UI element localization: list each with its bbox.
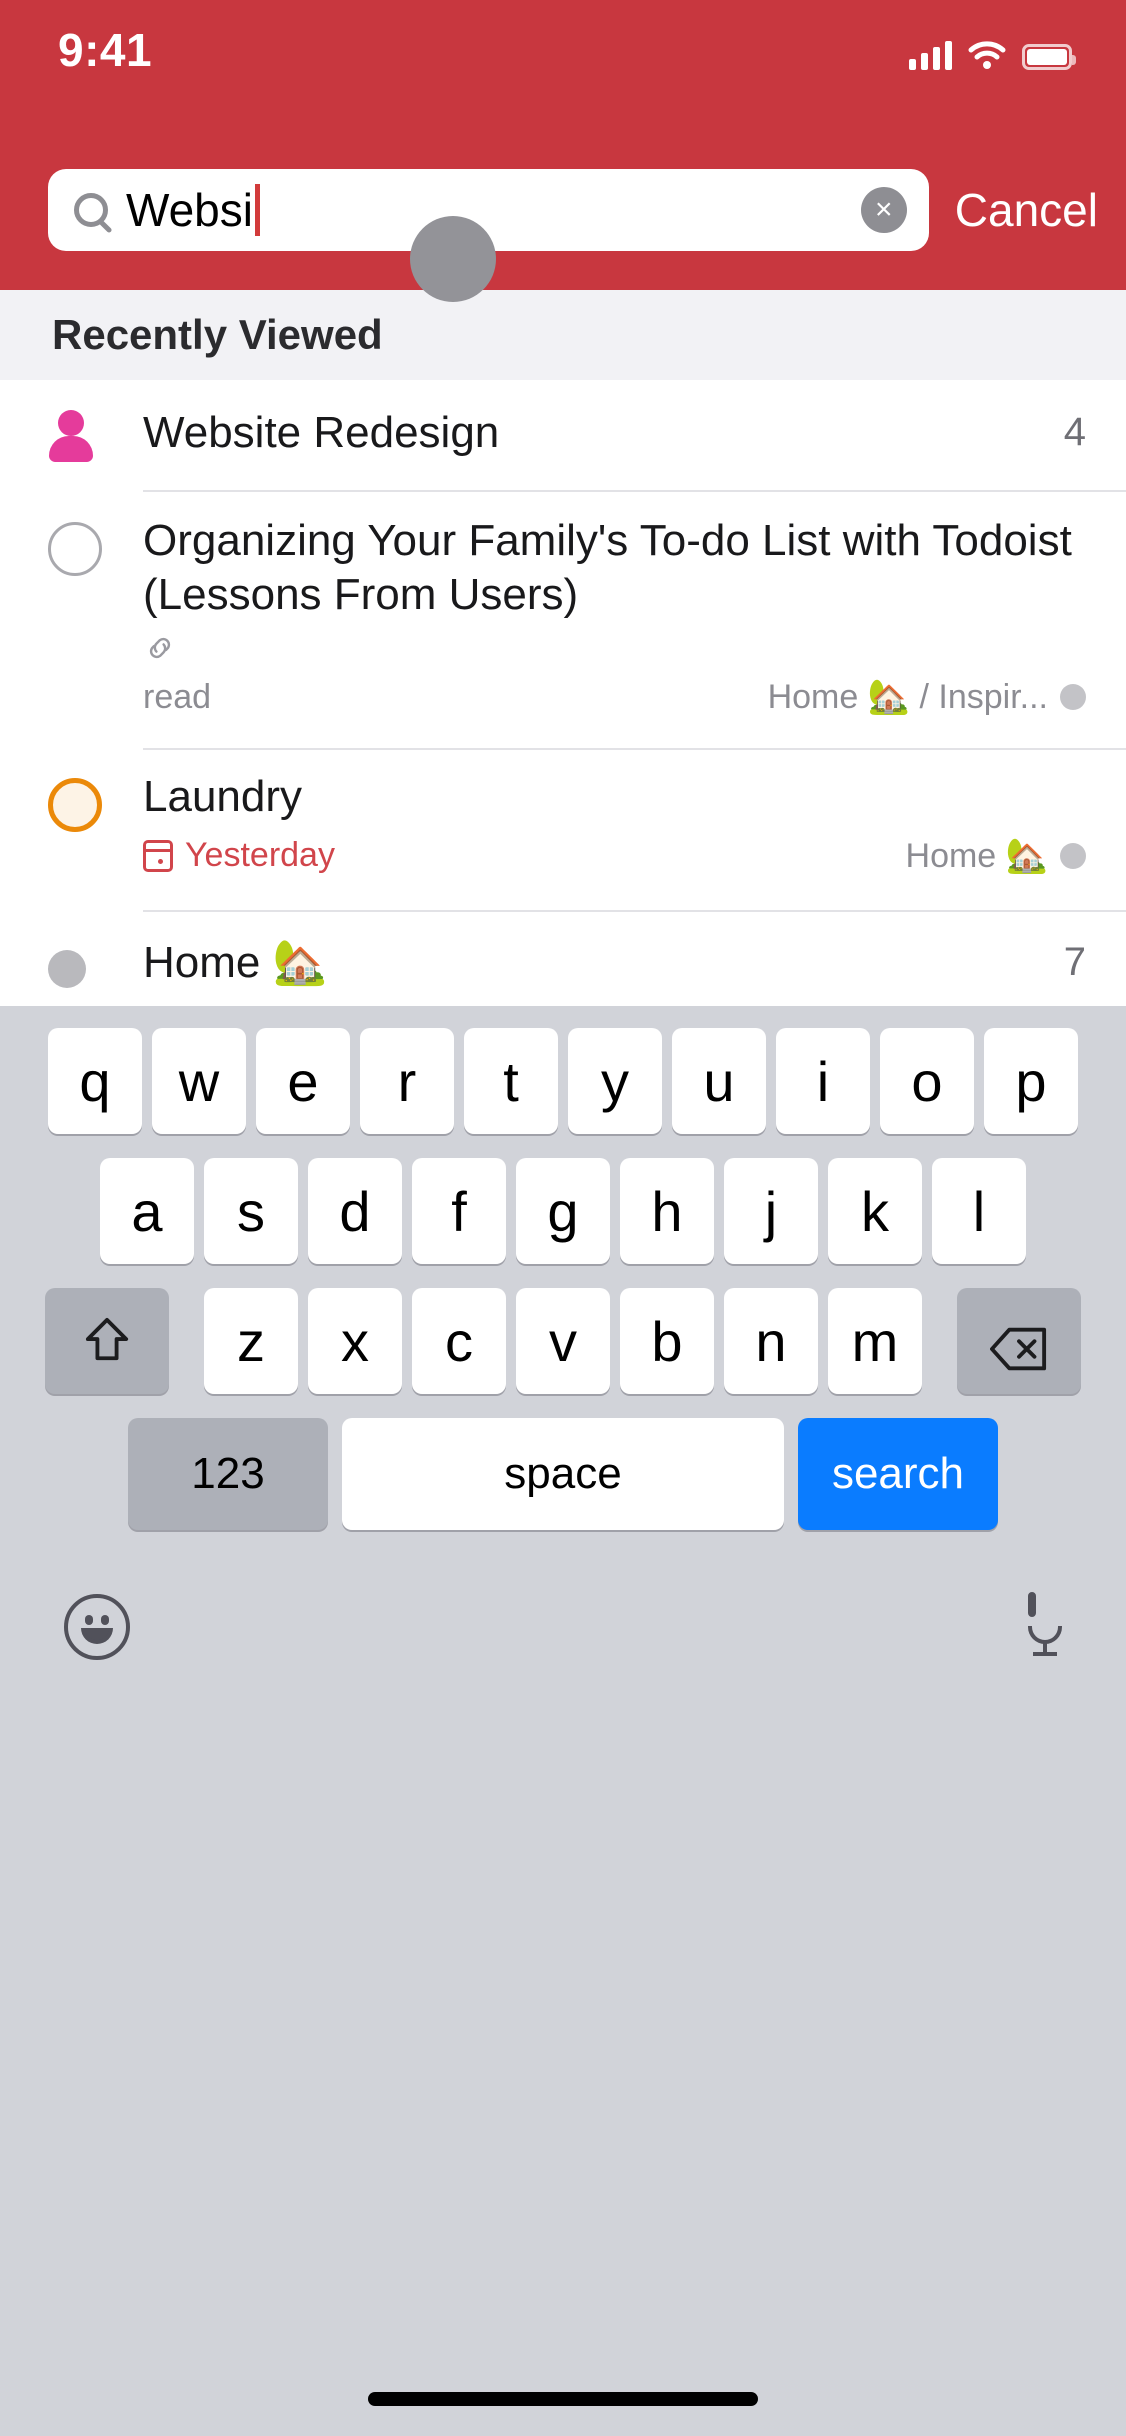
key-a[interactable]: a xyxy=(100,1158,194,1264)
search-icon xyxy=(74,193,108,227)
row-leading xyxy=(48,380,143,492)
row-meta: read Home 🏡 / Inspir... xyxy=(143,677,1086,717)
app-screen: 9:41 Websi × Cancel Recently Viewed Webs… xyxy=(0,0,1126,2436)
row-body: Laundry Yesterday Home 🏡 xyxy=(143,750,1086,912)
key-x[interactable]: x xyxy=(308,1288,402,1394)
key-m[interactable]: m xyxy=(828,1288,922,1394)
backspace-icon xyxy=(990,1319,1048,1371)
task-checkbox-icon[interactable] xyxy=(48,522,102,576)
cancel-button[interactable]: Cancel xyxy=(955,183,1098,237)
search-value: Websi xyxy=(126,184,253,236)
key-v[interactable]: v xyxy=(516,1288,610,1394)
section-header: Recently Viewed xyxy=(0,290,1126,380)
key-z[interactable]: z xyxy=(204,1288,298,1394)
status-bar-time: 9:41 xyxy=(58,24,153,76)
list-item-count: 4 xyxy=(1063,410,1086,455)
key-e[interactable]: e xyxy=(256,1028,350,1134)
key-n[interactable]: n xyxy=(724,1288,818,1394)
dictation-mic-icon[interactable] xyxy=(1028,1592,1062,1658)
list-item-title: Website Redesign xyxy=(143,408,500,457)
row-body: Website Redesign 4 xyxy=(143,380,1086,492)
key-t[interactable]: t xyxy=(464,1028,558,1134)
status-bar: 9:41 xyxy=(0,0,1126,100)
key-q[interactable]: q xyxy=(48,1028,142,1134)
wifi-icon xyxy=(968,40,1006,70)
key-c[interactable]: c xyxy=(412,1288,506,1394)
key-h[interactable]: h xyxy=(620,1158,714,1264)
keyboard-row-1: q w e r t y u i o p xyxy=(0,1028,1126,1134)
row-leading xyxy=(48,492,143,750)
avatar[interactable] xyxy=(410,216,496,302)
project-color-dot xyxy=(1060,842,1086,869)
key-b[interactable]: b xyxy=(620,1288,714,1394)
app-header: 9:41 Websi × Cancel xyxy=(0,0,1126,290)
project-color-dot xyxy=(1060,684,1086,711)
project-path: Home 🏡 / Inspir... xyxy=(767,678,1048,717)
key-l[interactable]: l xyxy=(932,1158,1026,1264)
keyboard-bottom-row xyxy=(0,1548,1126,1688)
person-icon xyxy=(48,410,94,462)
list-item-label: read xyxy=(143,677,212,716)
list-item-project: Home 🏡 xyxy=(906,836,1086,876)
list-item-due: Yesterday xyxy=(143,836,335,875)
list-item-count: 7 xyxy=(1063,940,1086,985)
keyboard-rows: q w e r t y u i o p a s d f g h j k l z … xyxy=(0,1006,1126,1688)
project-dot-icon xyxy=(48,950,86,988)
search-bar-row: Websi × Cancel xyxy=(0,160,1126,260)
list-item[interactable]: Laundry Yesterday Home 🏡 xyxy=(0,750,1126,912)
key-o[interactable]: o xyxy=(880,1028,974,1134)
list-item[interactable]: Website Redesign 4 xyxy=(0,380,1126,492)
shift-key-icon[interactable] xyxy=(45,1288,169,1394)
key-p[interactable]: p xyxy=(984,1028,1078,1134)
battery-icon xyxy=(1022,44,1076,70)
key-y[interactable]: y xyxy=(568,1028,662,1134)
recently-viewed-list: Website Redesign 4 Organizing Your Famil… xyxy=(0,380,1126,1022)
shift-arrow-icon xyxy=(84,1315,130,1367)
list-item-project: Home 🏡 / Inspir... xyxy=(768,677,1086,717)
keyboard-row-3: z x c v b n m xyxy=(0,1288,1126,1394)
list-item-title: Organizing Your Family's To-do List with… xyxy=(143,516,1072,619)
status-bar-icons xyxy=(909,30,1076,70)
key-i[interactable]: i xyxy=(776,1028,870,1134)
list-item[interactable]: Organizing Your Family's To-do List with… xyxy=(0,492,1126,750)
list-item-title: Laundry xyxy=(143,772,303,821)
search-key[interactable]: search xyxy=(798,1418,998,1530)
row-leading xyxy=(48,750,143,912)
space-key[interactable]: space xyxy=(342,1418,784,1530)
key-s[interactable]: s xyxy=(204,1158,298,1264)
calendar-icon xyxy=(143,839,173,872)
project-path: Home 🏡 xyxy=(905,836,1048,875)
row-body: Organizing Your Family's To-do List with… xyxy=(143,492,1086,750)
emoji-key-icon[interactable] xyxy=(64,1594,130,1660)
clear-icon[interactable]: × xyxy=(860,187,907,233)
key-w[interactable]: w xyxy=(152,1028,246,1134)
key-f[interactable]: f xyxy=(412,1158,506,1264)
due-label: Yesterday xyxy=(185,836,335,875)
key-u[interactable]: u xyxy=(672,1028,766,1134)
on-screen-keyboard: q w e r t y u i o p a s d f g h j k l z … xyxy=(0,1006,1126,2436)
task-checkbox-priority-icon[interactable] xyxy=(48,778,102,832)
section-title: Recently Viewed xyxy=(52,311,383,358)
key-r[interactable]: r xyxy=(360,1028,454,1134)
keyboard-row-2: a s d f g h j k l xyxy=(0,1158,1126,1264)
row-meta: Yesterday Home 🏡 xyxy=(143,836,1086,876)
list-item-title: Home 🏡 xyxy=(143,938,328,987)
key-g[interactable]: g xyxy=(516,1158,610,1264)
key-j[interactable]: j xyxy=(724,1158,818,1264)
delete-key-icon[interactable] xyxy=(957,1288,1081,1394)
key-k[interactable]: k xyxy=(828,1158,922,1264)
numbers-key[interactable]: 123 xyxy=(128,1418,328,1530)
key-d[interactable]: d xyxy=(308,1158,402,1264)
cellular-bars-icon xyxy=(909,40,952,70)
home-indicator xyxy=(368,2392,758,2406)
keyboard-row-4: 123 space search xyxy=(0,1418,1126,1530)
link-icon xyxy=(143,631,1086,671)
text-caret xyxy=(254,184,260,236)
